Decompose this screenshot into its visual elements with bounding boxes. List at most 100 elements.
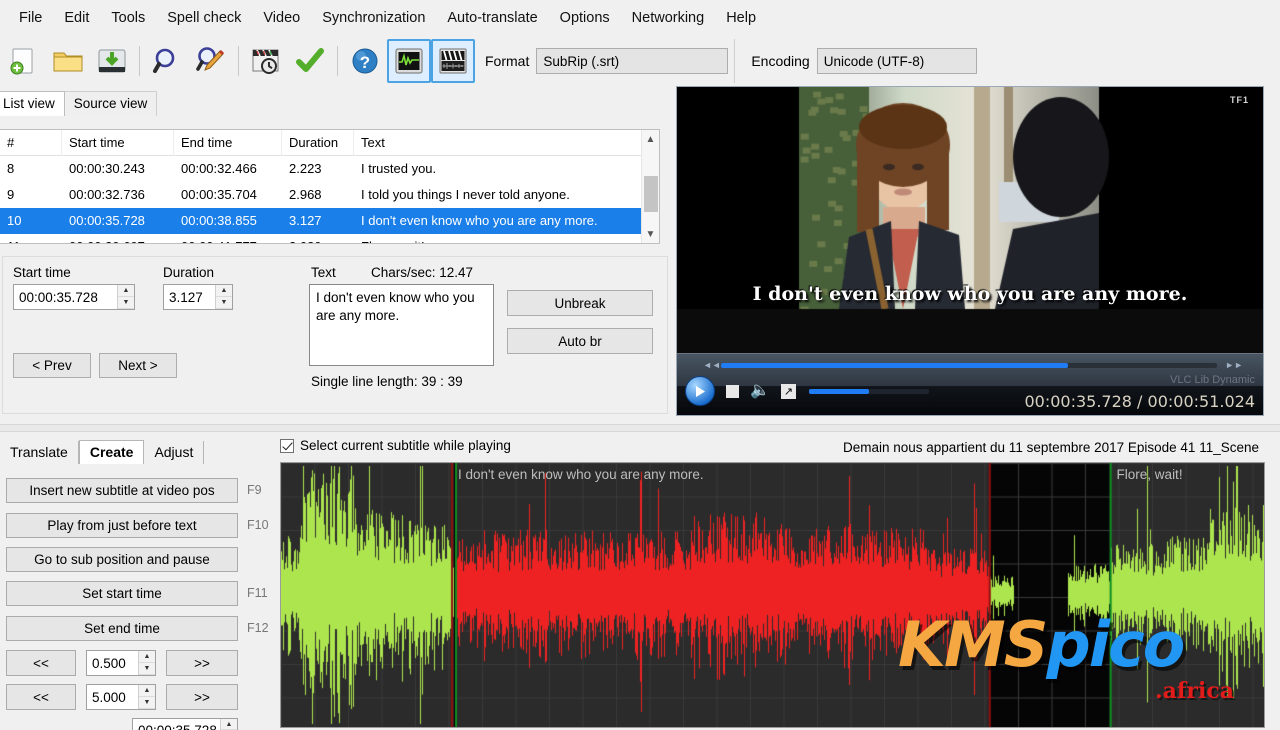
subtitle-list[interactable]: # Start time End time Duration Text 8 00… — [0, 129, 660, 244]
forward-icon[interactable]: ►► — [1225, 360, 1243, 370]
stepper-down-icon[interactable]: ▼ — [139, 697, 155, 709]
list-scrollbar[interactable]: ▲ ▼ — [641, 130, 659, 243]
prev-button[interactable]: < Prev — [13, 353, 91, 378]
tab-create[interactable]: Create — [79, 440, 145, 464]
column-header-number[interactable]: # — [0, 130, 62, 156]
duration-stepper[interactable]: ▲ ▼ — [215, 285, 232, 309]
volume-slider[interactable] — [809, 389, 929, 394]
tab-list-view[interactable]: List view — [0, 91, 65, 116]
stepper-up-icon[interactable]: ▲ — [139, 685, 155, 697]
stepper-down-icon[interactable]: ▼ — [139, 663, 155, 675]
rewind-icon[interactable]: ◄◄ — [703, 360, 721, 370]
stepper-down-icon[interactable]: ▼ — [216, 297, 232, 309]
menu-file[interactable]: File — [8, 6, 53, 30]
play-button[interactable] — [685, 376, 715, 406]
stepper-up-icon[interactable]: ▲ — [118, 285, 134, 297]
duration-input[interactable]: 3.127 ▲ ▼ — [163, 284, 233, 310]
column-header-text[interactable]: Text — [354, 130, 659, 156]
menu-help[interactable]: Help — [715, 6, 767, 30]
cell-duration: 2.223 — [282, 156, 354, 182]
toggle-waveform-button[interactable] — [387, 39, 431, 83]
duration-value: 3.127 — [169, 290, 203, 305]
menu-edit[interactable]: Edit — [53, 6, 100, 30]
autobr-button[interactable]: Auto br — [507, 328, 653, 354]
toolbar-separator — [238, 46, 239, 76]
table-row[interactable]: 11 00:00:39.697 00:00:41.777 2.080 Flore… — [0, 234, 659, 244]
column-header-duration[interactable]: Duration — [282, 130, 354, 156]
view-tabs: List view Source view — [0, 90, 670, 116]
nudge-back-button-1[interactable]: << — [6, 650, 76, 676]
nudge-back-button-2[interactable]: << — [6, 684, 76, 710]
start-time-stepper[interactable]: ▲ ▼ — [117, 285, 134, 309]
stepper-down-icon[interactable]: ▼ — [118, 297, 134, 309]
kmspico-watermark: KMSpico — [898, 614, 1183, 676]
nudge-forward-button-2[interactable]: >> — [166, 684, 238, 710]
stepper-up-icon[interactable]: ▲ — [139, 651, 155, 663]
save-file-button[interactable] — [90, 39, 134, 83]
find-button[interactable] — [145, 39, 189, 83]
column-header-end[interactable]: End time — [174, 130, 282, 156]
format-select[interactable]: SubRip (.srt) — [536, 48, 728, 74]
new-file-button[interactable] — [2, 39, 46, 83]
video-position-input[interactable]: 00:00:35.728 ▲▼ — [132, 718, 238, 730]
tab-translate[interactable]: Translate — [0, 441, 79, 464]
fix-common-errors-button[interactable] — [288, 39, 332, 83]
video-player[interactable]: I don't even know who you are any more. … — [676, 86, 1264, 416]
table-row[interactable]: 9 00:00:32.736 00:00:35.704 2.968 I told… — [0, 182, 659, 208]
table-row[interactable]: 8 00:00:30.243 00:00:32.466 2.223 I trus… — [0, 156, 659, 182]
menu-video[interactable]: Video — [252, 6, 311, 30]
scrollbar-thumb[interactable] — [644, 176, 658, 212]
waveform-panel[interactable]: I don't even know who you are any more. … — [280, 462, 1265, 728]
scroll-down-icon[interactable]: ▼ — [642, 225, 659, 243]
tab-adjust[interactable]: Adjust — [144, 441, 204, 464]
table-row-selected[interactable]: 10 00:00:35.728 00:00:38.855 3.127 I don… — [0, 208, 659, 234]
encoding-select[interactable]: Unicode (UTF-8) — [817, 48, 977, 74]
menu-options[interactable]: Options — [549, 6, 621, 30]
horizontal-splitter[interactable] — [0, 424, 1280, 432]
tab-source-view[interactable]: Source view — [64, 91, 158, 116]
stop-button[interactable] — [726, 385, 739, 398]
nudge-amount-input-2[interactable]: 5.000 ▲ ▼ — [86, 684, 156, 710]
open-file-button[interactable] — [46, 39, 90, 83]
nudge-amount-input-1[interactable]: 0.500 ▲ ▼ — [86, 650, 156, 676]
nudge-forward-button-1[interactable]: >> — [166, 650, 238, 676]
help-button[interactable]: ? — [343, 39, 387, 83]
volume-button[interactable]: 🔈 — [750, 383, 770, 399]
text-label: Text — [311, 265, 336, 280]
nudge-amount-value-2: 5.000 — [92, 690, 126, 705]
magnifier-icon — [152, 46, 182, 76]
set-end-time-button[interactable]: Set end time — [6, 616, 238, 641]
cell-text: I don't even know who you are any more. — [354, 208, 659, 234]
toggle-video-button[interactable] — [431, 39, 475, 83]
unbreak-button[interactable]: Unbreak — [507, 290, 653, 316]
nudge-stepper-2[interactable]: ▲ ▼ — [138, 685, 155, 709]
stepper-up-icon[interactable]: ▲ — [221, 719, 237, 730]
visual-sync-button[interactable] — [244, 39, 288, 83]
insert-subtitle-button[interactable]: Insert new subtitle at video pos — [6, 478, 238, 503]
menu-auto-translate[interactable]: Auto-translate — [436, 6, 548, 30]
fullscreen-button[interactable]: ↗ — [781, 384, 796, 399]
video-frame[interactable]: I don't even know who you are any more. … — [677, 87, 1263, 355]
check-icon — [295, 46, 325, 76]
menu-spell-check[interactable]: Spell check — [156, 6, 252, 30]
column-header-start[interactable]: Start time — [62, 130, 174, 156]
play-before-text-button[interactable]: Play from just before text — [6, 513, 238, 538]
scroll-up-icon[interactable]: ▲ — [642, 130, 659, 148]
checkbox-icon[interactable] — [280, 439, 294, 453]
stepper-up-icon[interactable]: ▲ — [216, 285, 232, 297]
replace-button[interactable] — [189, 39, 233, 83]
menu-tools[interactable]: Tools — [100, 6, 156, 30]
menu-networking[interactable]: Networking — [621, 6, 716, 30]
waveform-canvas[interactable] — [281, 463, 1264, 727]
next-button[interactable]: Next > — [99, 353, 177, 378]
subtitle-text-input[interactable]: I don't even know who you are any more. — [309, 284, 494, 366]
question-icon: ? — [350, 46, 380, 76]
menu-synchronization[interactable]: Synchronization — [311, 6, 436, 30]
set-start-time-button[interactable]: Set start time — [6, 581, 238, 606]
cell-end: 00:00:35.704 — [174, 182, 282, 208]
start-time-input[interactable]: 00:00:35.728 ▲ ▼ — [13, 284, 135, 310]
seek-slider[interactable] — [721, 363, 1217, 368]
goto-sub-position-button[interactable]: Go to sub position and pause — [6, 547, 238, 572]
nudge-stepper-1[interactable]: ▲ ▼ — [138, 651, 155, 675]
video-position-stepper[interactable]: ▲▼ — [220, 719, 237, 730]
